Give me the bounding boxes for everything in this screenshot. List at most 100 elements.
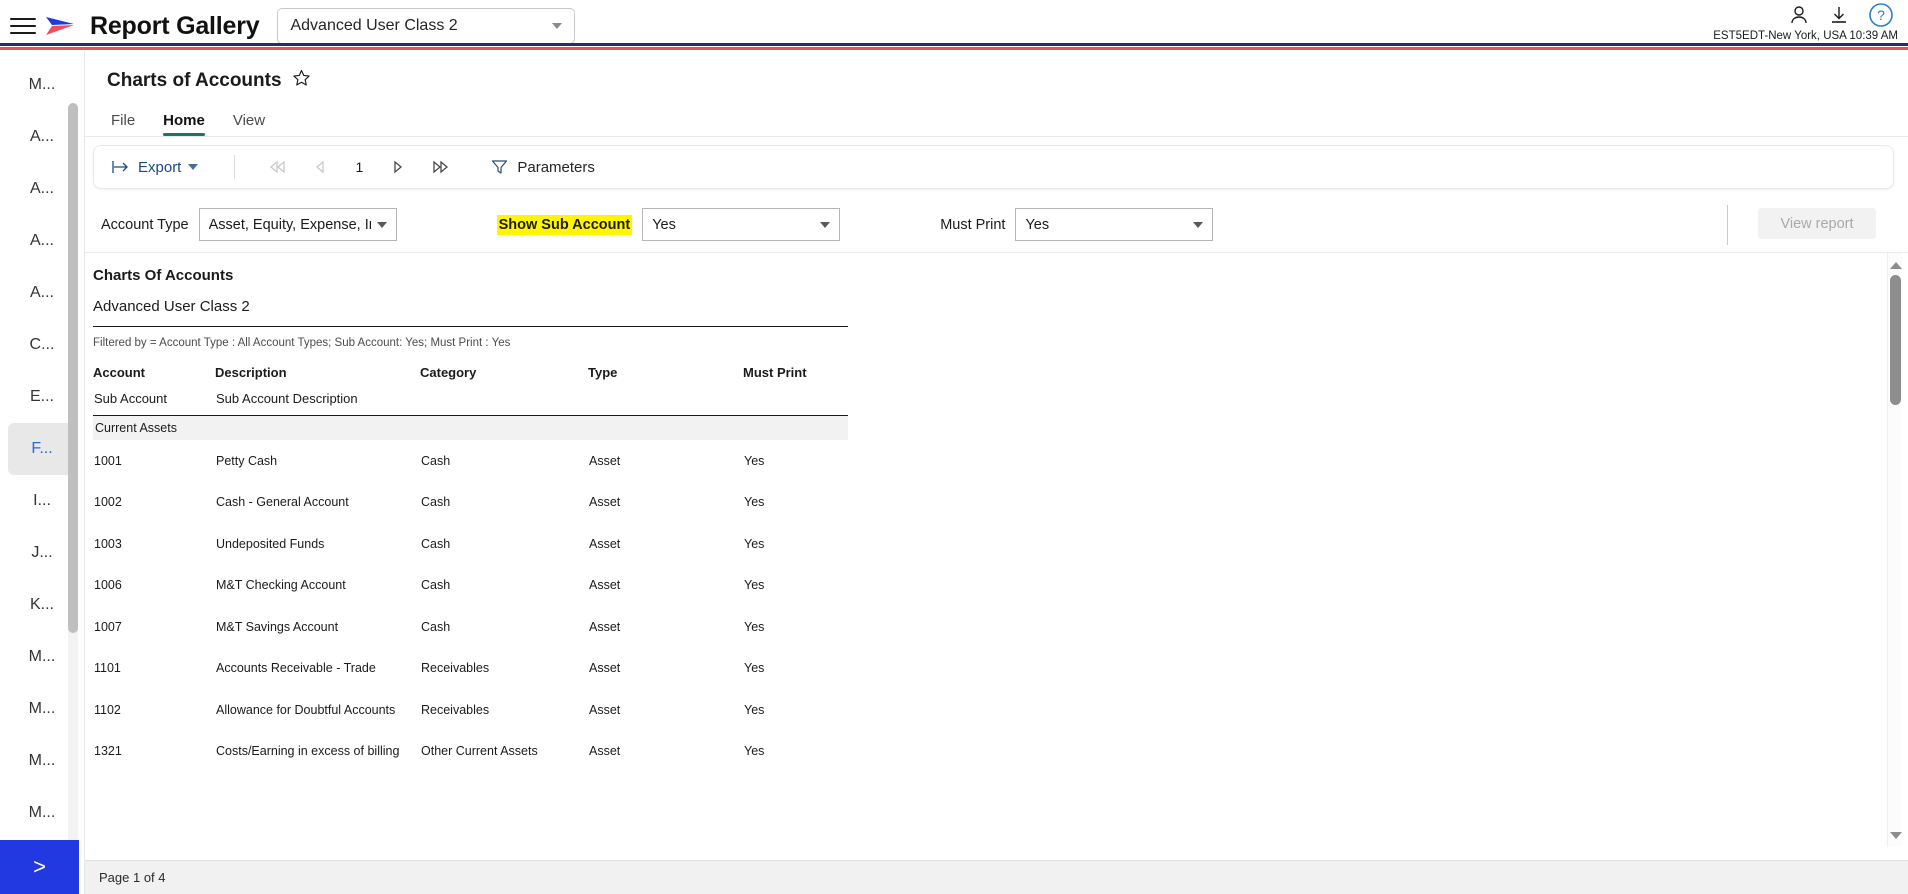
- sidebar-item-6[interactable]: E...: [8, 371, 76, 423]
- user-icon[interactable]: [1788, 4, 1810, 26]
- cell-account: 1006: [94, 578, 122, 593]
- cell-category: Cash: [421, 495, 451, 510]
- cell-type: Asset: [589, 661, 621, 676]
- page-number-input[interactable]: 1: [341, 159, 377, 175]
- sidebar-item-label: M...: [28, 76, 56, 93]
- sidebar-item-1[interactable]: A...: [8, 111, 76, 163]
- sidebar-item-label: I...: [33, 492, 51, 509]
- accent-stripe-red: [0, 47, 1908, 50]
- column-subheader-sub-account: Sub Account: [94, 391, 167, 406]
- sidebar-item-12[interactable]: M...: [8, 683, 76, 735]
- sidebar-item-label: M...: [28, 700, 56, 717]
- next-page-icon[interactable]: [377, 152, 419, 182]
- report-filter-summary: Filtered by = Account Type : All Account…: [93, 337, 511, 349]
- cell-type: Asset: [589, 536, 621, 551]
- sidebar-item-9[interactable]: J...: [8, 527, 76, 579]
- sidebar-item-14[interactable]: M...: [8, 787, 76, 839]
- scroll-up-icon[interactable]: [1889, 257, 1902, 273]
- star-icon[interactable]: [292, 69, 311, 93]
- table-row: 1007 M&T Savings Account Cash Asset Yes: [93, 606, 848, 648]
- toolbar-divider: [234, 155, 236, 179]
- sidebar-item-8[interactable]: I...: [8, 475, 76, 527]
- tab-home[interactable]: Home: [163, 112, 205, 136]
- cell-description: Costs/Earning in excess of billing: [216, 744, 400, 759]
- report-scrollbar[interactable]: [1887, 253, 1902, 847]
- page-info-label: Page 1 of 4: [99, 870, 166, 885]
- hamburger-icon[interactable]: [10, 16, 36, 36]
- timezone-label: EST5EDT-New York, USA 10:39 AM: [1713, 30, 1898, 42]
- topbar-right-group: ? EST5EDT-New York, USA 10:39 AM: [1713, 2, 1898, 42]
- account-type-select[interactable]: Asset, Equity, Expense, Inc·: [198, 208, 397, 241]
- group-label: Current Assets: [93, 415, 848, 440]
- parameters-button[interactable]: Parameters: [491, 159, 595, 176]
- chevron-down-icon: [188, 164, 199, 170]
- download-icon[interactable]: [1828, 4, 1850, 26]
- sidebar-item-label: A...: [29, 284, 54, 301]
- first-page-icon[interactable]: [257, 152, 299, 182]
- sidebar-item-label: F...: [31, 440, 53, 457]
- parameter-bar: Account Type Asset, Equity, Expense, Inc…: [85, 197, 1908, 253]
- cell-account: 1001: [94, 453, 122, 468]
- sidebar-item-label: C...: [29, 336, 55, 353]
- cell-must-print: Yes: [744, 661, 765, 676]
- sidebar-item-5[interactable]: C...: [8, 319, 76, 371]
- previous-page-icon[interactable]: [299, 152, 341, 182]
- report-subtitle: Advanced User Class 2: [93, 298, 250, 315]
- cell-type: Asset: [589, 619, 621, 634]
- table-row: 1001 Petty Cash Cash Asset Yes: [93, 440, 848, 482]
- report-scrollbar-thumb[interactable]: [1890, 275, 1901, 405]
- sidebar-item-2[interactable]: A...: [8, 163, 76, 215]
- report-viewer: Charts Of Accounts Advanced User Class 2…: [85, 253, 1908, 850]
- user-class-select[interactable]: Advanced User Class 2: [277, 8, 576, 44]
- column-header-type: Type: [588, 365, 618, 380]
- column-header-category: Category: [420, 365, 477, 380]
- tab-view[interactable]: View: [233, 112, 265, 136]
- sidebar-item-7[interactable]: F...: [8, 423, 76, 475]
- sidebar-item-label: E...: [29, 388, 54, 405]
- cell-description: Petty Cash: [216, 453, 278, 468]
- tab-file[interactable]: File: [111, 112, 135, 136]
- page-title: Charts of Accounts: [107, 70, 282, 91]
- cell-account: 1102: [94, 702, 121, 717]
- user-class-value: Advanced User Class 2: [290, 17, 458, 34]
- cell-category: Cash: [421, 619, 451, 634]
- show-sub-account-value: Yes: [652, 216, 676, 233]
- status-bar: Page 1 of 4: [85, 860, 1908, 894]
- view-report-button[interactable]: View report: [1758, 208, 1876, 239]
- column-header-description: Description: [215, 365, 287, 380]
- sidebar-item-10[interactable]: K...: [8, 579, 76, 631]
- cell-account: 1007: [94, 619, 122, 634]
- table-row: 1101 Accounts Receivable - Trade Receivabl…: [93, 648, 848, 690]
- parameter-divider: [1727, 205, 1728, 245]
- sidebar-item-0[interactable]: M...: [8, 59, 76, 111]
- pagination-controls: 1: [257, 152, 461, 182]
- column-header-must-print: Must Print: [743, 365, 807, 380]
- sidebar-item-11[interactable]: M...: [8, 631, 76, 683]
- sidebar-scrollbar-thumb[interactable]: [68, 103, 78, 633]
- last-page-icon[interactable]: [419, 152, 461, 182]
- sidebar-item-13[interactable]: M...: [8, 735, 76, 787]
- must-print-group: Must Print Yes: [940, 208, 1214, 241]
- sidebar-expand-button[interactable]: >: [0, 840, 79, 894]
- sidebar-item-4[interactable]: A...: [8, 267, 76, 319]
- must-print-select[interactable]: Yes: [1015, 208, 1214, 241]
- chevron-down-icon: [1193, 221, 1204, 228]
- sidebar-item-3[interactable]: A...: [8, 215, 76, 267]
- sidebar-item-label: A...: [29, 180, 54, 197]
- chevron-down-icon: [376, 221, 387, 228]
- account-type-group: Account Type Asset, Equity, Expense, Inc…: [101, 208, 397, 241]
- sidebar-item-label: A...: [29, 232, 54, 249]
- sidebar-item-label: K...: [29, 596, 54, 613]
- show-sub-account-select[interactable]: Yes: [642, 208, 841, 241]
- cell-type: Asset: [589, 578, 621, 593]
- cell-account: 1101: [94, 661, 121, 676]
- sidebar-scrollbar[interactable]: [68, 103, 78, 863]
- show-sub-account-label: Show Sub Account: [496, 214, 633, 235]
- account-type-label: Account Type: [101, 216, 189, 233]
- svg-text:?: ?: [1877, 7, 1885, 23]
- export-button[interactable]: Export: [106, 159, 204, 176]
- scroll-down-icon[interactable]: [1889, 827, 1902, 843]
- cell-category: Cash: [421, 536, 451, 551]
- help-icon[interactable]: ?: [1868, 2, 1894, 28]
- must-print-label: Must Print: [940, 216, 1006, 233]
